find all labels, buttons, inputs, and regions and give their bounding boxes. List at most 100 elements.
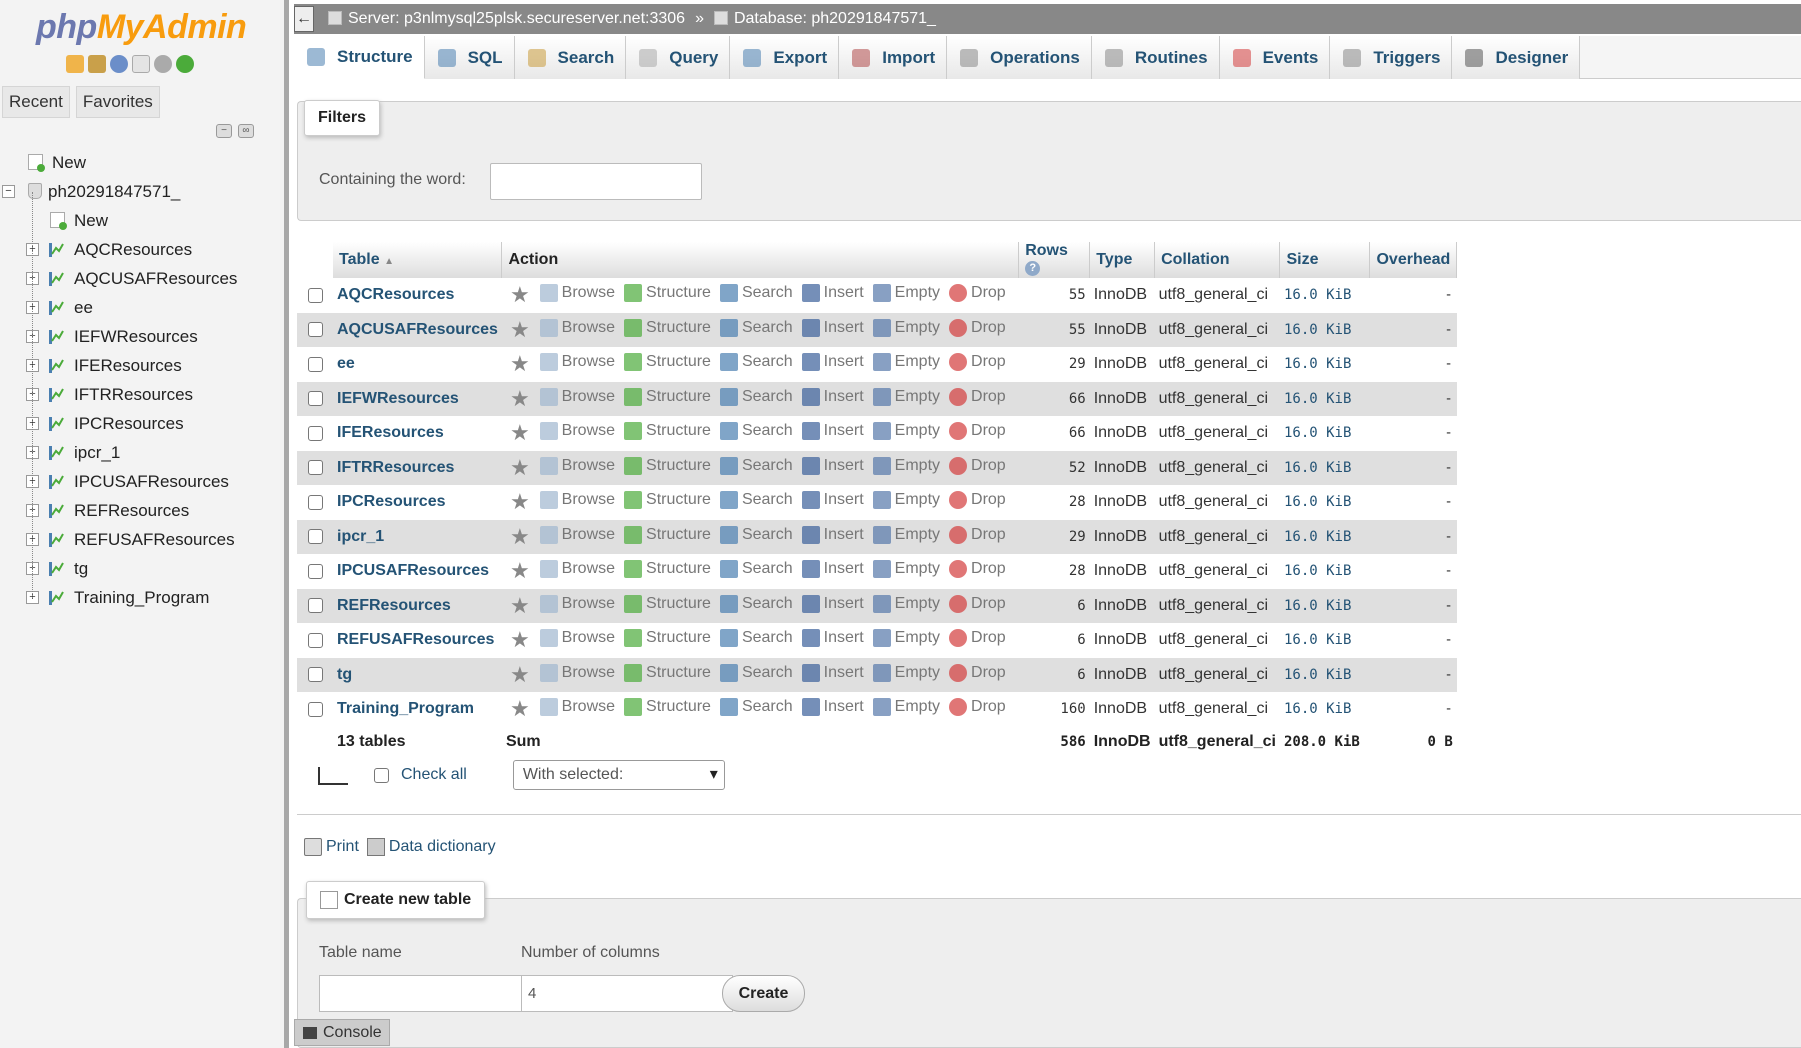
search-action[interactable]: Search: [719, 663, 793, 682]
tab-query[interactable]: Query: [626, 36, 731, 79]
favorite-star-icon[interactable]: ★: [510, 696, 530, 721]
empty-action[interactable]: Empty: [872, 560, 940, 579]
drop-action[interactable]: Drop: [949, 594, 1006, 613]
drop-action[interactable]: Drop: [949, 422, 1006, 441]
favorite-star-icon[interactable]: ★: [510, 317, 530, 342]
tree-database-ph20291847571_[interactable]: − ph20291847571_: [0, 177, 284, 206]
structure-action[interactable]: Structure: [624, 456, 711, 475]
drop-action[interactable]: Drop: [949, 387, 1006, 406]
insert-action[interactable]: Insert: [801, 456, 864, 475]
drop-action[interactable]: Drop: [949, 525, 1006, 544]
tree-node-label[interactable]: Training_Program: [74, 583, 209, 612]
structure-action[interactable]: Structure: [624, 491, 711, 510]
tab-designer[interactable]: Designer: [1452, 36, 1581, 79]
row-checkbox[interactable]: [307, 598, 323, 614]
row-checkbox[interactable]: [307, 391, 323, 407]
favorite-star-icon[interactable]: ★: [510, 627, 530, 652]
browse-action[interactable]: Browse: [539, 456, 615, 475]
create-button[interactable]: Create: [722, 975, 805, 1012]
tree-node-label[interactable]: ee: [74, 293, 93, 322]
search-action[interactable]: Search: [719, 284, 793, 303]
print-link[interactable]: Print: [304, 838, 359, 856]
favorite-star-icon[interactable]: ★: [510, 524, 530, 549]
insert-action[interactable]: Insert: [801, 629, 864, 648]
tab-operations[interactable]: Operations: [947, 36, 1092, 79]
structure-action[interactable]: Structure: [624, 422, 711, 441]
table-name-link[interactable]: AQCUSAFResources: [337, 321, 498, 338]
insert-action[interactable]: Insert: [801, 353, 864, 372]
structure-action[interactable]: Structure: [624, 560, 711, 579]
table-size[interactable]: 16.0 KiB: [1279, 692, 1370, 727]
table-size[interactable]: 16.0 KiB: [1279, 416, 1370, 451]
insert-action[interactable]: Insert: [801, 698, 864, 717]
table-size[interactable]: 16.0 KiB: [1279, 554, 1370, 589]
filter-word-input[interactable]: [490, 163, 702, 200]
tree-new-table[interactable]: New: [0, 206, 284, 235]
help-icon[interactable]: [110, 55, 128, 73]
insert-action[interactable]: Insert: [801, 284, 864, 303]
insert-action[interactable]: Insert: [801, 663, 864, 682]
header-type[interactable]: Type: [1089, 242, 1156, 278]
insert-action[interactable]: Insert: [801, 387, 864, 406]
structure-action[interactable]: Structure: [624, 629, 711, 648]
empty-action[interactable]: Empty: [872, 525, 940, 544]
tree-node-label[interactable]: ph20291847571_: [48, 177, 180, 206]
row-checkbox[interactable]: [307, 322, 323, 338]
empty-action[interactable]: Empty: [872, 629, 940, 648]
header-collation[interactable]: Collation: [1154, 242, 1281, 278]
sidebar-table-ee[interactable]: + ee: [0, 293, 284, 322]
drop-action[interactable]: Drop: [949, 629, 1006, 648]
drop-action[interactable]: Drop: [949, 353, 1006, 372]
back-arrow-icon[interactable]: ←: [294, 6, 314, 32]
empty-action[interactable]: Empty: [872, 387, 940, 406]
data-dictionary-link[interactable]: Data dictionary: [366, 838, 496, 856]
browse-action[interactable]: Browse: [539, 422, 615, 441]
reload-icon[interactable]: [176, 55, 194, 73]
browse-action[interactable]: Browse: [539, 663, 615, 682]
structure-action[interactable]: Structure: [624, 353, 711, 372]
row-checkbox[interactable]: [307, 494, 323, 510]
tree-node-label[interactable]: New: [74, 206, 108, 235]
breadcrumb-server[interactable]: Server: p3nlmysql25plsk.secureserver.net…: [328, 4, 685, 34]
drop-action[interactable]: Drop: [949, 491, 1006, 510]
table-size[interactable]: 16.0 KiB: [1279, 347, 1370, 382]
favorite-star-icon[interactable]: ★: [510, 386, 530, 411]
search-action[interactable]: Search: [719, 353, 793, 372]
favorite-star-icon[interactable]: ★: [510, 351, 530, 376]
number-of-columns-input[interactable]: 4: [521, 975, 733, 1012]
sidebar-table-IFTRResources[interactable]: + IFTRResources: [0, 380, 284, 409]
tab-routines[interactable]: Routines: [1091, 36, 1220, 79]
favorite-star-icon[interactable]: ★: [510, 593, 530, 618]
with-selected-dropdown[interactable]: With selected:: [512, 760, 725, 790]
tab-sql[interactable]: SQL: [424, 36, 515, 79]
collapse-all-icon[interactable]: −: [216, 124, 232, 138]
tree-new-database[interactable]: New: [0, 148, 284, 177]
insert-action[interactable]: Insert: [801, 525, 864, 544]
table-size[interactable]: 16.0 KiB: [1279, 485, 1370, 520]
sidebar-table-IEFWResources[interactable]: + IEFWResources: [0, 322, 284, 351]
browse-action[interactable]: Browse: [539, 594, 615, 613]
drop-action[interactable]: Drop: [949, 318, 1006, 337]
tab-triggers[interactable]: Triggers: [1330, 36, 1453, 79]
structure-action[interactable]: Structure: [624, 525, 711, 544]
tree-node-label[interactable]: IPCResources: [74, 409, 184, 438]
check-all-label[interactable]: Check all: [401, 766, 467, 784]
structure-action[interactable]: Structure: [624, 284, 711, 303]
header-size[interactable]: Size: [1279, 242, 1371, 278]
search-action[interactable]: Search: [719, 491, 793, 510]
drop-action[interactable]: Drop: [949, 456, 1006, 475]
tree-node-label[interactable]: AQCUSAFResources: [74, 264, 237, 293]
table-size[interactable]: 16.0 KiB: [1279, 657, 1370, 692]
search-action[interactable]: Search: [719, 525, 793, 544]
help-icon[interactable]: ?: [1025, 261, 1041, 277]
tab-structure[interactable]: Structure: [294, 36, 425, 79]
tab-events[interactable]: Events: [1219, 36, 1331, 79]
tree-node-label[interactable]: REFResources: [74, 496, 189, 525]
row-checkbox[interactable]: [307, 667, 323, 683]
row-checkbox[interactable]: [307, 701, 323, 717]
search-action[interactable]: Search: [719, 456, 793, 475]
search-action[interactable]: Search: [719, 560, 793, 579]
tab-export[interactable]: Export: [730, 36, 840, 79]
table-size[interactable]: 16.0 KiB: [1279, 278, 1370, 313]
tree-node-label[interactable]: New: [52, 148, 86, 177]
